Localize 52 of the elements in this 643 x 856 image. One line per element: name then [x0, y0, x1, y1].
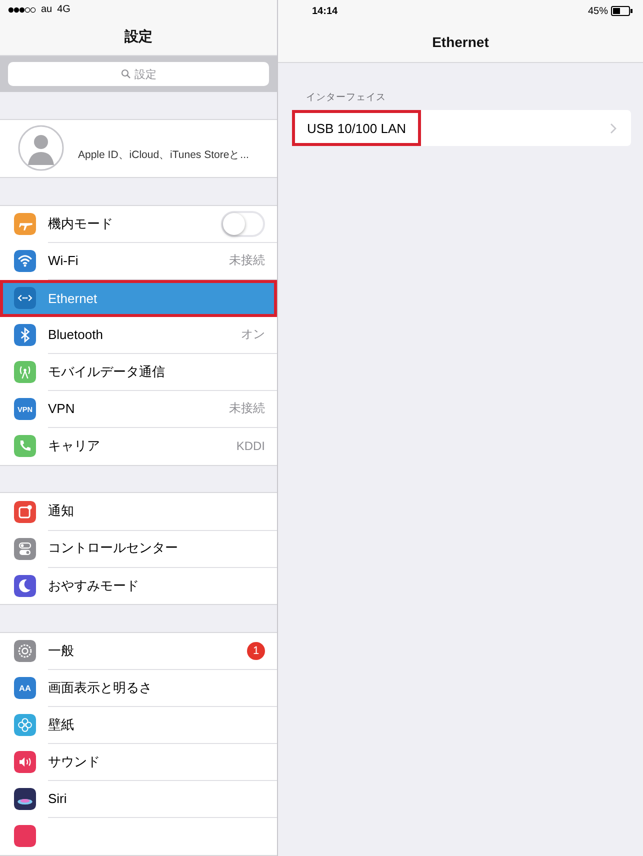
section-header: インターフェイス — [305, 91, 387, 105]
row-label: コントロールセンター — [48, 539, 179, 558]
detail-title: Ethernet — [432, 34, 489, 50]
search-icon — [120, 69, 130, 80]
settings-row[interactable]: AA 画面表示と明るさ — [0, 670, 277, 707]
settings-row[interactable]: Bluetooth オン — [0, 316, 277, 354]
sidebar-title: 設定 — [124, 28, 152, 46]
row-label: Bluetooth — [48, 327, 104, 342]
settings-row[interactable]: モバイルデータ通信 — [0, 354, 277, 391]
interface-label: USB 10/100 LAN — [292, 110, 422, 146]
settings-row[interactable]: 通知 — [0, 493, 277, 530]
avatar-icon — [18, 125, 64, 172]
battery-icon — [611, 6, 633, 16]
text-size-icon: AA — [14, 677, 36, 700]
carrier-name: au — [41, 4, 52, 16]
chevron-icon — [610, 122, 617, 134]
row-label: Wi-Fi — [48, 253, 80, 268]
settings-row[interactable]: 機内モード — [0, 206, 277, 243]
notification-badge: 1 — [247, 642, 265, 660]
toggle-switch[interactable] — [221, 210, 265, 237]
status-time: 14:14 — [312, 6, 338, 16]
signal-icon — [8, 6, 36, 13]
row-value: 未接続 — [229, 400, 265, 418]
settings-row[interactable]: サウンド — [0, 744, 277, 781]
profile-subtitle: Apple ID、iCloud、iTunes Storeと... — [78, 148, 249, 162]
settings-row[interactable]: 一般 1 — [0, 632, 277, 670]
row-label: Siri — [48, 791, 68, 806]
battery-percent: 45% — [588, 6, 608, 16]
row-value: オン — [241, 326, 265, 344]
row-label: 壁紙 — [48, 716, 75, 734]
profile-row[interactable]: Apple ID、iCloud、iTunes Storeと... — [0, 118, 277, 178]
settings-row[interactable]: おやすみモード — [0, 567, 277, 604]
row-value: 未接続 — [229, 252, 265, 270]
settings-row[interactable]: コントロールセンター — [0, 530, 277, 568]
interface-row[interactable]: USB 10/100 LAN — [292, 110, 631, 146]
settings-row[interactable]: VPN VPN 未接続 — [0, 390, 277, 428]
row-label: モバイルデータ通信 — [48, 362, 166, 381]
row-label: 機内モード — [48, 214, 114, 233]
settings-row[interactable]: キャリア KDDI — [0, 428, 277, 465]
settings-row[interactable]: Siri — [0, 780, 277, 818]
row-label: おやすみモード — [48, 576, 140, 595]
row-label: Ethernet — [48, 290, 98, 306]
row-label: VPN — [48, 401, 76, 416]
row-label: サウンド — [48, 752, 101, 771]
vpn-icon: VPN — [14, 398, 36, 420]
row-value: KDDI — [236, 439, 265, 454]
row-label: 通知 — [48, 502, 75, 520]
row-label: 一般 — [48, 642, 75, 660]
network-type: 4G — [57, 4, 70, 16]
row-label: キャリア — [48, 437, 101, 456]
settings-row[interactable]: 壁紙 — [0, 706, 277, 744]
row-label: 画面表示と明るさ — [48, 678, 153, 697]
